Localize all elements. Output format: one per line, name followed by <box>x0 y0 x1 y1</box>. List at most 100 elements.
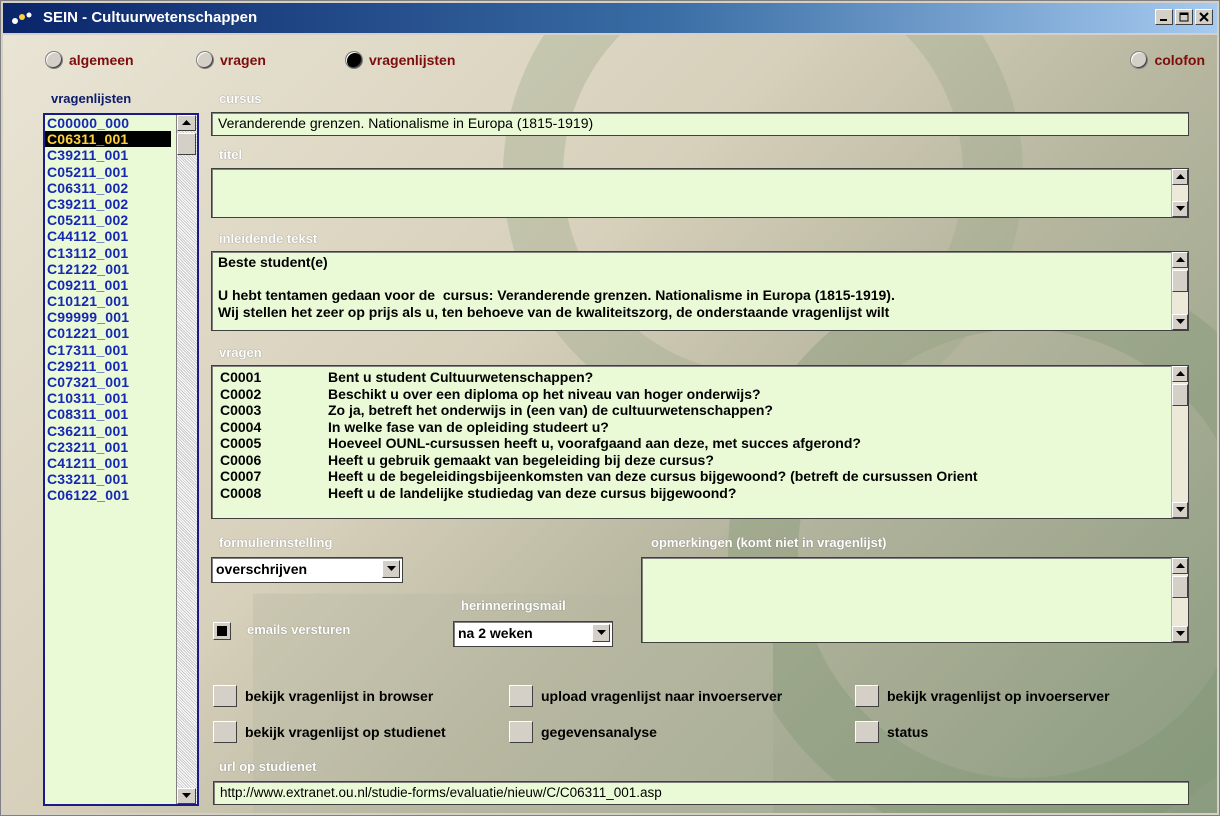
vragen-row[interactable]: C0004 In welke fase van de opleiding stud… <box>220 419 978 436</box>
upload-invoerserver-button[interactable]: upload vragenlijst naar invoerserver <box>509 685 782 707</box>
list-item[interactable]: C10311_001 <box>45 390 197 406</box>
vragen-row[interactable]: C0006 Heeft u gebruik gemaakt van begelei… <box>220 452 978 469</box>
opmerkingen-scroll-up-button[interactable] <box>1172 558 1188 574</box>
opmerkingen-scroll-down-button[interactable] <box>1172 626 1188 642</box>
radio-algemeen[interactable] <box>45 51 63 69</box>
vragenlijsten-list[interactable]: C00000_000 C06311_001 C39211_001 C05211_001… <box>43 113 199 806</box>
url-field[interactable]: http://www.extranet.ou.nl/studie-forms/e… <box>213 781 1189 805</box>
gegevensanalyse-label: gegevensanalyse <box>541 724 657 740</box>
list-item[interactable]: C06122_001 <box>45 487 197 503</box>
list-item[interactable]: C41211_001 <box>45 455 197 471</box>
vragen-row[interactable]: C0008 Heeft u de landelijke studiedag van… <box>220 485 978 502</box>
button-square[interactable] <box>855 721 879 743</box>
arrow-up-icon <box>1175 257 1185 262</box>
list-item[interactable]: C10121_001 <box>45 293 197 309</box>
list-item[interactable]: C23211_001 <box>45 439 197 455</box>
titel-field[interactable] <box>211 168 1189 218</box>
vragen-row[interactable]: C0001 Bent u student Cultuurwetenschappen… <box>220 369 978 386</box>
inleiding-scroll-thumb[interactable] <box>1172 270 1188 292</box>
arrow-down-icon <box>1175 206 1185 211</box>
list-item[interactable]: C08311_001 <box>45 406 197 422</box>
list-item[interactable]: C17311_001 <box>45 342 197 358</box>
arrow-down-icon <box>1175 319 1185 324</box>
vragen-label: vragen <box>219 345 262 360</box>
vragen-text: Heeft u de begeleidingsbijeenkomsten van… <box>328 468 978 484</box>
titel-scroll-down-button[interactable] <box>1172 201 1188 217</box>
maximize-button[interactable] <box>1175 9 1193 25</box>
minimize-icon <box>1160 19 1167 21</box>
nav-algemeen[interactable]: algemeen <box>45 51 134 69</box>
nav-colofon[interactable]: colofon <box>1130 51 1205 69</box>
radio-vragenlijsten[interactable] <box>345 51 363 69</box>
vragen-list[interactable]: C0001 Bent u student Cultuurwetenschappen… <box>211 365 1189 519</box>
list-item[interactable]: C33211_001 <box>45 471 197 487</box>
opmerkingen-textarea[interactable] <box>641 557 1189 643</box>
formulier-select[interactable]: overschrijven <box>211 557 403 583</box>
list-item[interactable]: C06311_002 <box>45 180 197 196</box>
list-item[interactable]: C06311_001 <box>45 131 171 148</box>
list-item[interactable]: C44112_001 <box>45 228 197 244</box>
list-item[interactable]: C39211_002 <box>45 196 197 212</box>
list-item[interactable]: C00000_000 <box>45 115 197 131</box>
gegevensanalyse-button[interactable]: gegevensanalyse <box>509 721 657 743</box>
vragen-scroll-down-button[interactable] <box>1172 502 1188 518</box>
list-item[interactable]: C12122_001 <box>45 261 197 277</box>
titel-scroll-up-button[interactable] <box>1172 169 1188 185</box>
vragen-scroll-up-button[interactable] <box>1172 366 1188 382</box>
nav-vragen[interactable]: vragen <box>196 51 266 69</box>
emails-checkbox[interactable] <box>213 622 231 640</box>
opmerkingen-scrollbar[interactable] <box>1171 558 1188 642</box>
opmerkingen-scroll-thumb[interactable] <box>1172 576 1188 598</box>
vragen-scroll-thumb[interactable] <box>1172 384 1188 406</box>
radio-vragen[interactable] <box>196 51 214 69</box>
arrow-up-icon <box>1175 371 1185 376</box>
vragen-row[interactable]: C0003 Zo ja, betreft het onderwijs in (ee… <box>220 402 978 419</box>
formulier-dropdown-button[interactable] <box>382 560 400 578</box>
inleiding-scroll-down-button[interactable] <box>1172 314 1188 330</box>
nav-vragenlijsten[interactable]: vragenlijsten <box>345 51 455 69</box>
list-item[interactable]: C29211_001 <box>45 358 197 374</box>
button-square[interactable] <box>509 685 533 707</box>
inleiding-scrollbar[interactable] <box>1171 252 1188 330</box>
minimize-button[interactable] <box>1155 9 1173 25</box>
inleiding-textarea[interactable]: Beste student(e) U hebt tentamen gedaan … <box>211 251 1189 331</box>
list-item[interactable]: C13112_001 <box>45 245 197 261</box>
list-item[interactable]: C05211_002 <box>45 212 197 228</box>
bekijk-browser-button[interactable]: bekijk vragenlijst in browser <box>213 685 433 707</box>
list-scrollbar[interactable] <box>176 115 197 804</box>
herinnering-dropdown-button[interactable] <box>592 624 610 642</box>
button-square[interactable] <box>509 721 533 743</box>
list-scroll-thumb[interactable] <box>177 133 196 155</box>
vragen-row[interactable]: C0002 Beschikt u over een diploma op het … <box>220 386 978 403</box>
herinnering-select[interactable]: na 2 weken <box>453 621 613 647</box>
list-item[interactable]: C05211_001 <box>45 164 197 180</box>
status-button[interactable]: status <box>855 721 928 743</box>
titel-scrollbar[interactable] <box>1171 169 1188 217</box>
button-square[interactable] <box>213 721 237 743</box>
list-item[interactable]: C36211_001 <box>45 423 197 439</box>
list-item[interactable]: C07321_001 <box>45 374 197 390</box>
vragen-row[interactable]: C0007 Heeft u de begeleidingsbijeenkomste… <box>220 468 978 485</box>
close-button[interactable] <box>1195 9 1213 25</box>
list-item[interactable]: C01221_001 <box>45 325 197 341</box>
bekijk-browser-label: bekijk vragenlijst in browser <box>245 688 434 704</box>
radio-colofon[interactable] <box>1130 51 1149 69</box>
title-bar[interactable]: SEIN - Cultuurwetenschappen <box>3 3 1217 33</box>
vragen-code: C0007 <box>220 468 262 484</box>
bekijk-invoerserver-button[interactable]: bekijk vragenlijst op invoerserver <box>855 685 1110 707</box>
vragen-row[interactable]: C0005 Hoeveel OUNL-cursussen heeft u, voo… <box>220 435 978 452</box>
bekijk-studienet-button[interactable]: bekijk vragenlijst op studienet <box>213 721 446 743</box>
list-scroll-down-button[interactable] <box>177 788 196 804</box>
vragen-scrollbar[interactable] <box>1171 366 1188 518</box>
inleiding-scroll-up-button[interactable] <box>1172 252 1188 268</box>
list-scroll-up-button[interactable] <box>177 115 196 131</box>
vragen-text: In welke fase van de opleiding studeert … <box>328 418 609 435</box>
arrow-down-icon <box>1175 631 1185 636</box>
button-square[interactable] <box>213 685 237 707</box>
formulier-label: formulierinstelling <box>219 535 333 550</box>
list-item[interactable]: C09211_001 <box>45 277 197 293</box>
button-square[interactable] <box>855 685 879 707</box>
list-item[interactable]: C99999_001 <box>45 309 197 325</box>
list-item[interactable]: C39211_001 <box>45 147 197 163</box>
cursus-field[interactable]: Veranderende grenzen. Nationalisme in Eu… <box>211 112 1189 136</box>
